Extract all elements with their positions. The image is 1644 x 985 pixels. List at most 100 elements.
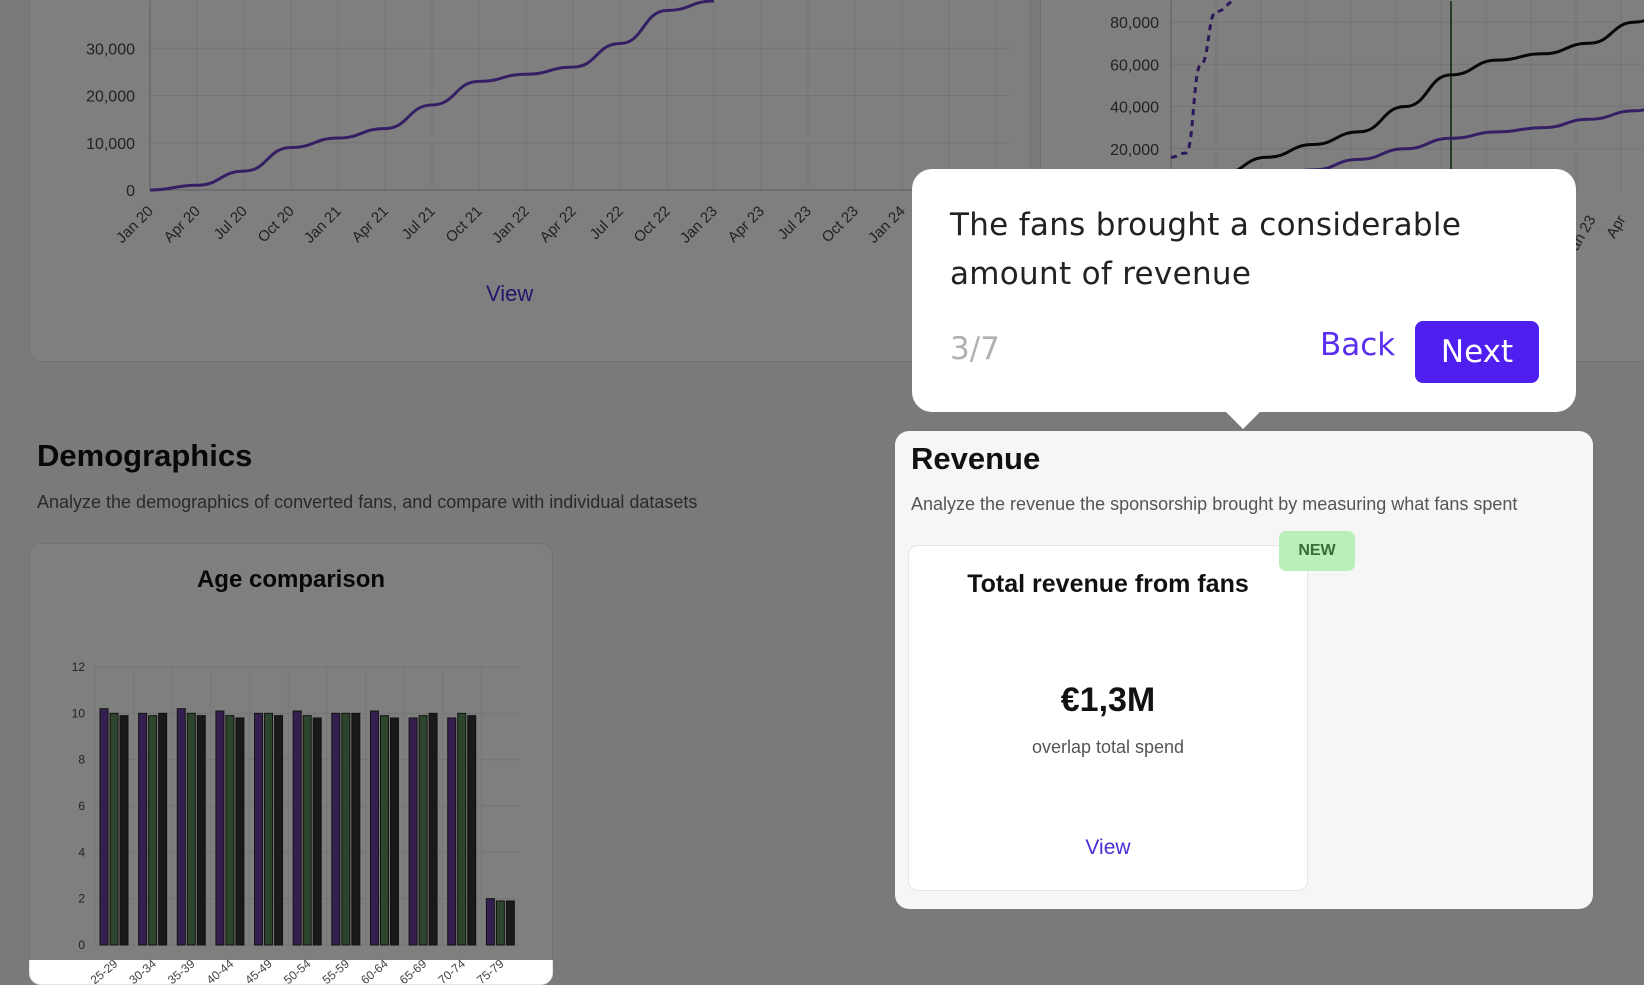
y-tick-label: 4 [78, 845, 85, 859]
x-tick-label: Oct 22 [631, 203, 674, 246]
tour-back-button[interactable]: Back [1302, 321, 1413, 369]
x-tick-label: Jul 20 [211, 203, 251, 243]
tour-next-button[interactable]: Next [1415, 321, 1539, 383]
x-tick-label: Jan 22 [489, 203, 533, 247]
age-bar [158, 712, 168, 946]
y-tick-label: 20,000 [86, 89, 135, 106]
tour-step-indicator: 3/7 [950, 331, 1000, 367]
age-bar [428, 712, 438, 946]
y-tick-label: 0 [78, 938, 85, 952]
x-tick-label: 50-54 [281, 956, 314, 984]
y-tick-label: 40,000 [1110, 100, 1159, 117]
age-bar [196, 715, 206, 946]
age-bar [467, 715, 477, 946]
x-tick-label: Oct 23 [819, 203, 862, 246]
tour-popover: The fans brought a considerable amount o… [912, 169, 1576, 412]
x-tick-label: Jan 21 [301, 203, 345, 247]
total-revenue-card[interactable]: Total revenue from fans €1,3M overlap to… [908, 545, 1308, 891]
x-tick-label: Apr [1603, 212, 1629, 241]
age-bar [274, 715, 284, 946]
x-tick-label: Jan 24 [865, 203, 909, 247]
age-bar [254, 712, 264, 946]
age-bar [447, 717, 457, 946]
age-bar [312, 717, 322, 946]
age-bar [186, 712, 196, 946]
age-bar [351, 712, 361, 946]
age-bar [457, 712, 467, 946]
age-bar [235, 717, 245, 946]
x-tick-label: Jul 21 [399, 203, 439, 243]
x-tick-label: Apr 22 [537, 203, 580, 246]
y-tick-label: 10,000 [86, 136, 135, 153]
fans-over-time-view-link[interactable]: View [486, 281, 533, 307]
x-tick-label: 25-29 [88, 956, 121, 984]
x-tick-label: 35-39 [165, 956, 198, 984]
age-bar [418, 715, 428, 946]
revenue-section: Revenue Analyze the revenue the sponsors… [895, 431, 1593, 909]
new-badge: NEW [1279, 531, 1355, 571]
y-tick-label: 10 [72, 706, 86, 720]
age-bar [495, 900, 505, 946]
x-tick-label: Apr 20 [161, 203, 204, 246]
demographics-description: Analyze the demographics of converted fa… [37, 492, 698, 512]
y-tick-label: 60,000 [1110, 57, 1159, 74]
age-bar [109, 712, 119, 946]
y-tick-label: 0 [126, 183, 135, 200]
y-tick-label: 2 [78, 892, 85, 906]
x-tick-label: Jul 23 [775, 203, 815, 243]
x-tick-label: Oct 21 [443, 203, 486, 246]
age-bar [505, 900, 515, 946]
x-tick-label: Apr 23 [725, 203, 768, 246]
age-bar [302, 715, 312, 946]
revenue-title: Revenue [911, 441, 1041, 476]
age-bar [138, 712, 148, 946]
age-bar [225, 715, 235, 946]
age-bar [485, 898, 495, 946]
x-tick-label: Oct 20 [255, 203, 298, 246]
age-bar [379, 715, 389, 946]
age-bar [119, 715, 129, 946]
total-revenue-title: Total revenue from fans [967, 570, 1249, 598]
age-bar [264, 712, 274, 946]
y-tick-label: 6 [78, 799, 85, 813]
age-bar [408, 717, 418, 946]
x-tick-label: Jul 22 [587, 203, 627, 243]
age-bar [292, 710, 302, 946]
y-tick-label: 80,000 [1110, 15, 1159, 32]
age-bar [341, 712, 351, 946]
y-tick-label: 12 [72, 660, 86, 674]
series-line [1170, 0, 1237, 159]
age-comparison-chart: 0 2 4 6 8 10 12 25-29 30-34 35-39 40-44 45-49 50-54 5… [72, 660, 520, 984]
x-tick-label: 75-79 [474, 956, 507, 984]
tour-message: The fans brought a considerable amount o… [950, 207, 1462, 292]
x-tick-label: 55-59 [320, 956, 353, 984]
y-tick-label: 20,000 [1110, 142, 1159, 159]
age-bar [369, 710, 379, 946]
age-bar [148, 715, 158, 946]
y-tick-label: 30,000 [86, 41, 135, 58]
age-bar [331, 712, 341, 946]
x-tick-label: 60-64 [358, 956, 391, 984]
total-revenue-caption: overlap total spend [1031, 737, 1185, 757]
age-bar [389, 717, 399, 946]
fans-over-time-card: 0 10,000 20,000 30,000 Jan 20 Apr 20 Jul 20 Oct… [29, 0, 1031, 362]
total-revenue-view-link[interactable]: View [909, 836, 1307, 860]
x-tick-label: Apr 21 [349, 203, 392, 246]
x-tick-label: 40-44 [204, 956, 237, 984]
x-tick-label: 65-69 [397, 956, 430, 984]
total-revenue-amount: €1,3M [1060, 681, 1156, 719]
fans-over-time-chart: 010,00020,00030,000Jan 20 Apr 20 Jul 20 Oct… [86, 0, 1030, 247]
revenue-description: Analyze the revenue the sponsorship brou… [911, 494, 1518, 514]
y-tick-label: 8 [78, 753, 85, 767]
x-tick-label: Jan 20 [113, 203, 157, 247]
age-comparison-card: Age comparison 0 2 4 6 8 10 12 25-29 30-34 35-39 4… [29, 543, 553, 985]
age-bar [215, 710, 225, 946]
x-tick-label: Jan 23 [677, 203, 721, 247]
x-tick-label: 30-34 [126, 956, 159, 984]
x-tick-label: 70-74 [435, 956, 468, 984]
demographics-title: Demographics [37, 438, 253, 473]
x-tick-label: 45-49 [242, 956, 275, 984]
series-line [1220, 19, 1644, 176]
age-bar [99, 708, 109, 946]
age-bar [176, 708, 186, 946]
